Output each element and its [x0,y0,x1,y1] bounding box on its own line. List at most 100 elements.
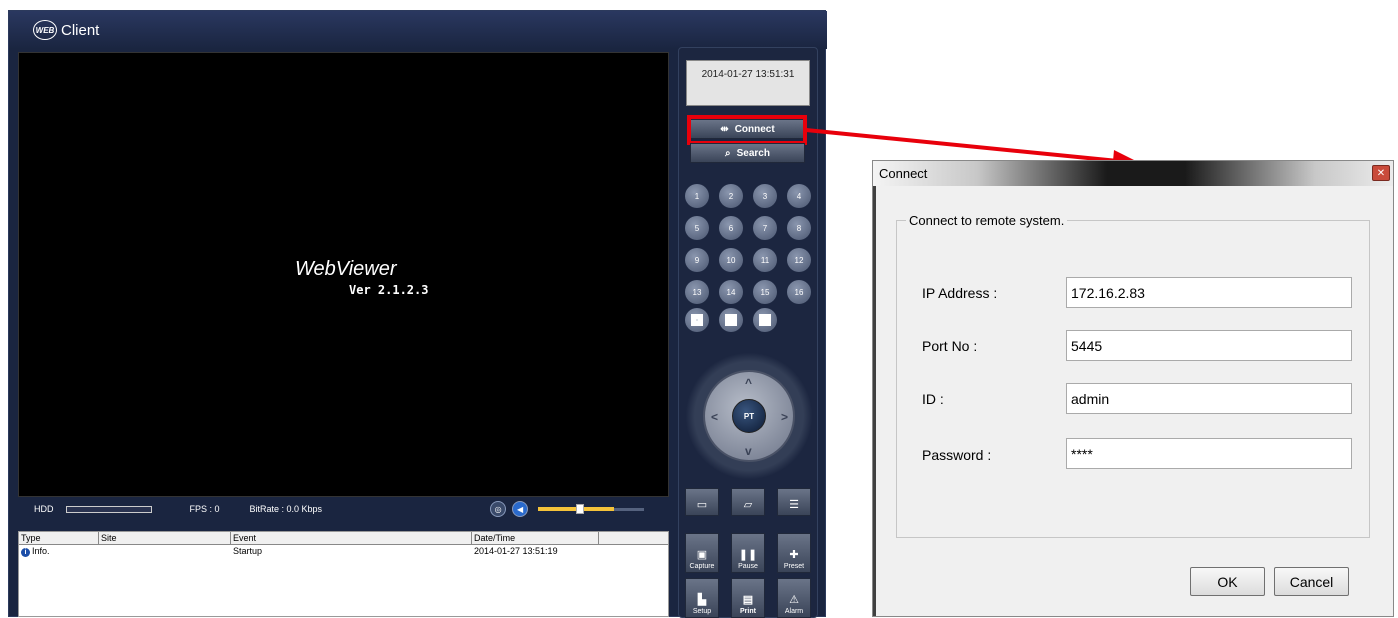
ok-button[interactable]: OK [1190,567,1265,596]
ip-address-label: IP Address : [922,285,998,301]
video-viewport[interactable]: WebViewer Ver 2.1.2.3 [18,52,669,497]
channel-button[interactable]: 10 [719,248,743,272]
cell-type-text: Info. [32,546,50,556]
password-field[interactable] [1066,438,1352,469]
volume-slider[interactable] [538,504,615,514]
ptz-down-arrow-icon[interactable]: v [745,444,752,458]
layout-4x4-button[interactable] [753,308,777,332]
list-mode-button[interactable]: ☰ [777,488,811,516]
cell-event: Startup [233,546,263,556]
bitrate-readout: BitRate : 0.0 Kbps [249,504,323,514]
ptz-center-button[interactable]: PT [732,399,766,433]
ptz-control: ^ v < > PT [685,352,813,480]
channel-button[interactable]: 9 [685,248,709,272]
volume-track-remaining [614,507,645,511]
column-header-event[interactable]: Event [231,532,472,544]
print-button-label: Print [740,608,756,615]
cell-datetime: 2014-01-27 13:51:19 [474,546,558,556]
hdd-usage-bar [65,505,152,513]
search-button-label: Search [736,147,770,159]
ptz-up-arrow-icon[interactable]: ^ [745,376,752,390]
clock-display: 2014-01-27 13:51:31 [686,60,810,106]
info-icon: i [21,548,30,557]
channel-button[interactable]: 12 [787,248,811,272]
port-label: Port No : [922,338,978,354]
event-log-table: Type Site Event Date/Time i Info. Startup… [18,531,669,617]
channel-button[interactable]: 4 [787,184,811,208]
print-icon: ▤ [742,594,754,606]
viewer-version: Ver 2.1.2.3 [349,283,429,297]
ptz-left-arrow-icon[interactable]: < [711,410,718,424]
dialog-title-bar: Connect ✕ [873,161,1393,186]
status-bar: HDD FPS : 0 BitRate : 0.0 Kbps ◎ ◀ [18,499,669,519]
ip-address-field[interactable] [1066,277,1352,308]
setup-icon: ▙ [697,594,707,606]
control-panel: 2014-01-27 13:51:31 ⇹ Connect ⌕ Search 1… [678,47,818,618]
channel-button[interactable]: 13 [685,280,709,304]
hdd-label: HDD [34,504,54,514]
preset-icon: ✚ [789,549,799,561]
table-row[interactable]: i Info. Startup 2014-01-27 13:51:19 [19,545,668,557]
channel-button[interactable]: 11 [753,248,777,272]
fps-readout: FPS : 0 [189,504,220,514]
volume-slider-handle[interactable] [576,504,585,514]
event-log-header: Type Site Event Date/Time [19,532,668,545]
id-field[interactable] [1066,383,1352,414]
connection-groupbox [896,220,1370,538]
channel-button[interactable]: 8 [787,216,811,240]
grid-3x3-icon [725,314,737,326]
grid-4x4-icon [759,314,771,326]
microphone-icon[interactable]: ◎ [490,501,507,517]
title-bar: WEB Client [9,11,827,49]
search-button[interactable]: ⌕ Search [690,143,805,163]
cell-site [99,545,231,557]
web-logo-icon: WEB [33,20,57,40]
connect-dialog: Connect ✕ Connect to remote system. IP A… [872,160,1394,617]
capture-button-label: Capture [689,563,715,570]
viewer-name: WebViewer [295,258,397,280]
password-label: Password : [922,447,992,463]
channel-button[interactable]: 15 [753,280,777,304]
image-mode-button[interactable]: ▱ [731,488,765,516]
preset-button-label: Preset [783,563,805,570]
layout-2x2-button[interactable] [685,308,709,332]
channel-button[interactable]: 6 [719,216,743,240]
channel-button[interactable]: 7 [753,216,777,240]
grid-2x2-icon [691,314,703,326]
ptz-right-arrow-icon[interactable]: > [781,410,788,424]
print-button[interactable]: ▤ Print [731,578,765,618]
close-icon[interactable]: ✕ [1372,165,1390,181]
channel-button[interactable]: 14 [719,280,743,304]
column-header-site[interactable]: Site [99,532,231,544]
capture-button[interactable]: ▣ Capture [685,533,719,573]
capture-icon: ▣ [696,549,708,561]
setup-button[interactable]: ▙ Setup [685,578,719,618]
channel-button[interactable]: 2 [719,184,743,208]
cancel-button[interactable]: Cancel [1274,567,1349,596]
channel-button[interactable]: 1 [685,184,709,208]
dialog-title: Connect [879,166,928,181]
alarm-button-label: Alarm [784,608,804,615]
dialog-left-edge [873,186,876,616]
port-field[interactable] [1066,330,1352,361]
video-mode-button[interactable]: ▭ [685,488,719,516]
list-icon: ☰ [789,499,799,511]
search-icon: ⌕ [725,147,731,159]
alarm-button[interactable]: ⚠ Alarm [777,578,811,618]
app-title: Client [61,21,100,39]
webviewer-client-window: WEB Client WebViewer Ver 2.1.2.3 HDD FPS… [8,10,827,618]
column-header-type[interactable]: Type [19,532,99,544]
video-icon: ▭ [696,499,708,511]
layout-3x3-button[interactable] [719,308,743,332]
setup-button-label: Setup [692,608,712,615]
pause-button[interactable]: ❚❚ Pause [731,533,765,573]
channel-button[interactable]: 16 [787,280,811,304]
channel-button[interactable]: 5 [685,216,709,240]
layout-buttons [685,308,777,332]
preset-button[interactable]: ✚ Preset [777,533,811,573]
alarm-icon: ⚠ [789,594,799,606]
column-header-datetime[interactable]: Date/Time [472,532,599,544]
speaker-icon[interactable]: ◀ [512,501,529,517]
channel-button[interactable]: 3 [753,184,777,208]
pause-button-label: Pause [738,563,758,570]
